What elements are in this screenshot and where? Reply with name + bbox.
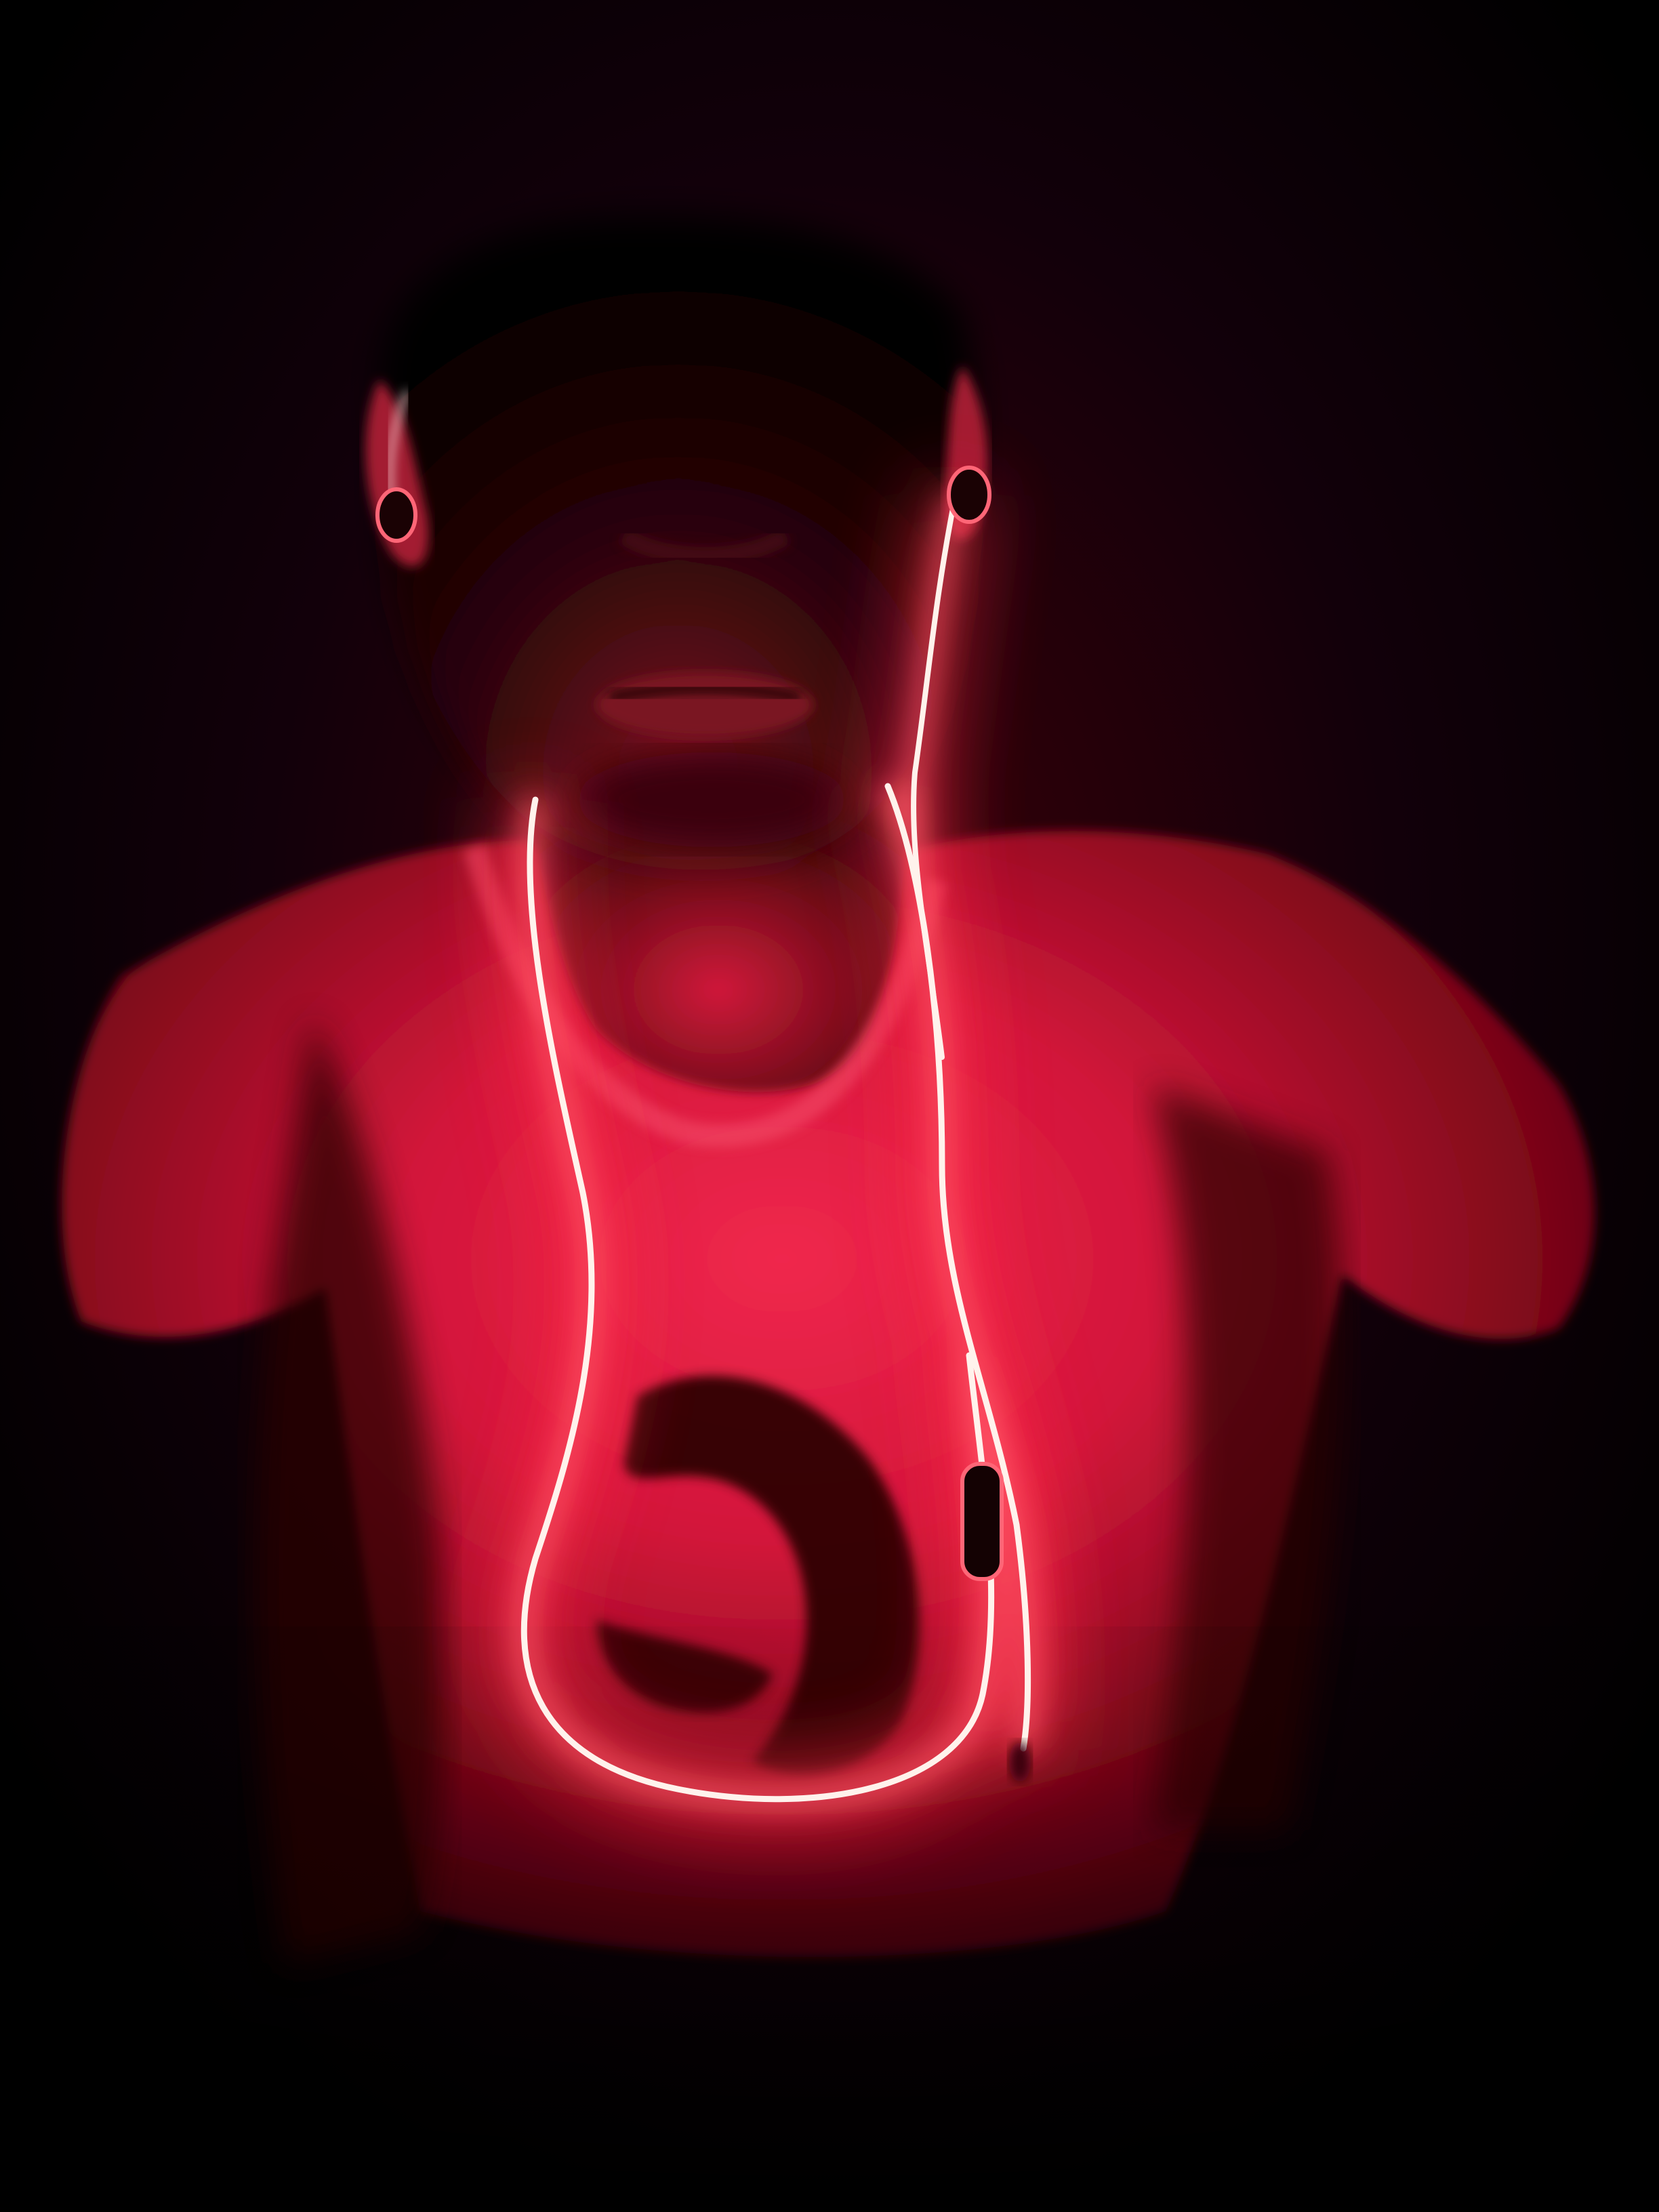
inline-remote [960, 1462, 1004, 1581]
photo-scene [0, 0, 1659, 2212]
left-earbud [375, 487, 417, 543]
chin [576, 752, 847, 847]
lips [596, 672, 813, 737]
right-earbud [947, 466, 991, 524]
cable-plug [1009, 1742, 1031, 1782]
